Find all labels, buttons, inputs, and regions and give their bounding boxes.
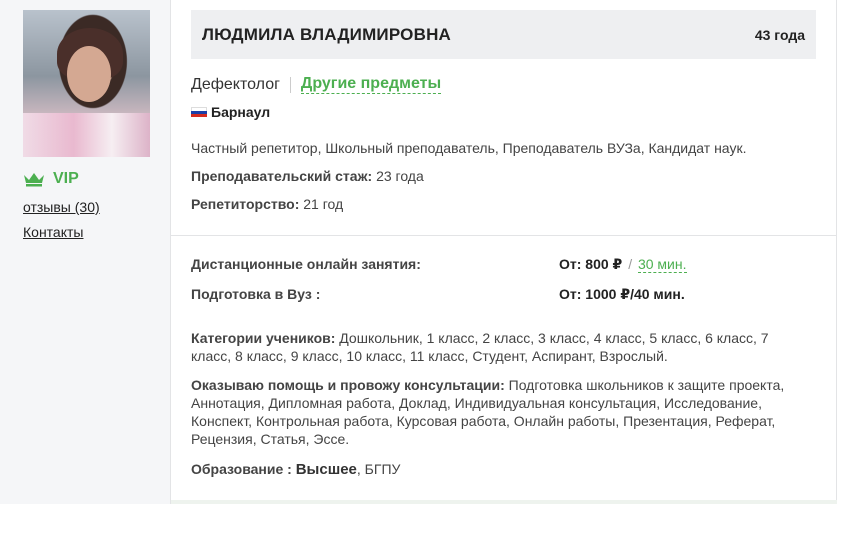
price-value: От: 1000 ₽/40 мин. [559,286,685,302]
other-subjects-link[interactable]: Другие предметы [300,75,442,94]
education-line: Образование : Высшее, БГПУ [191,460,796,479]
education-label: Образование : [191,461,292,477]
city-name: Барнаул [211,104,271,120]
tutoring-value: 21 год [303,196,344,212]
tutor-age: 43 года [754,26,805,43]
categories-label: Категории учеников: [191,330,336,346]
city-line: Барнаул [191,104,270,120]
profile-header: ЛЮДМИЛА ВЛАДИМИРОВНА 43 года [191,10,816,59]
vip-badge: VIP [23,170,79,188]
section-divider [171,235,837,236]
reviews-link[interactable]: отзывы (30) [23,199,100,215]
russia-flag-icon [191,107,207,117]
price-slash: / [628,256,633,272]
experience-line: Преподавательский стаж: 23 года [191,168,424,184]
help-label: Оказываю помощь и провожу консультации: [191,377,505,393]
price-from: От: 800 ₽ [559,256,623,272]
subjects-line: Дефектолог Другие предметы [191,75,442,94]
tutoring-line: Репетиторство: 21 год [191,196,343,212]
profile-sidebar: VIP отзывы (30) Контакты [0,0,171,504]
tutoring-label: Репетиторство: [191,196,300,212]
duration-link[interactable]: 30 мин. [637,256,687,273]
tutor-name[interactable]: ЛЮДМИЛА ВЛАДИМИРОВНА [202,25,451,45]
price-label: Подготовка в Вуз : [191,286,321,302]
tutor-role: Частный репетитор, Школьный преподавател… [191,140,747,156]
price-value: От: 800 ₽ / 30 мин. [559,256,687,273]
price-label: Дистанционные онлайн занятия: [191,256,421,272]
student-categories: Категории учеников: Дошкольник, 1 класс,… [191,329,796,365]
vip-label: VIP [53,170,79,187]
subjects-divider [289,76,291,93]
avatar[interactable] [23,10,150,157]
help-services: Оказываю помощь и провожу консультации: … [191,376,796,448]
experience-label: Преподавательский стаж: [191,168,373,184]
avatar-face [67,46,111,102]
contacts-link[interactable]: Контакты [23,224,83,240]
subject-main: Дефектолог [191,75,280,93]
card-bottom-strip [171,500,837,504]
education-place: , БГПУ [356,461,401,477]
education-level: Высшее [295,461,357,478]
profile-main: ЛЮДМИЛА ВЛАДИМИРОВНА 43 года Дефектолог … [171,0,837,504]
experience-value: 23 года [376,168,424,184]
avatar-scarf [23,113,150,157]
crown-icon [24,173,44,187]
